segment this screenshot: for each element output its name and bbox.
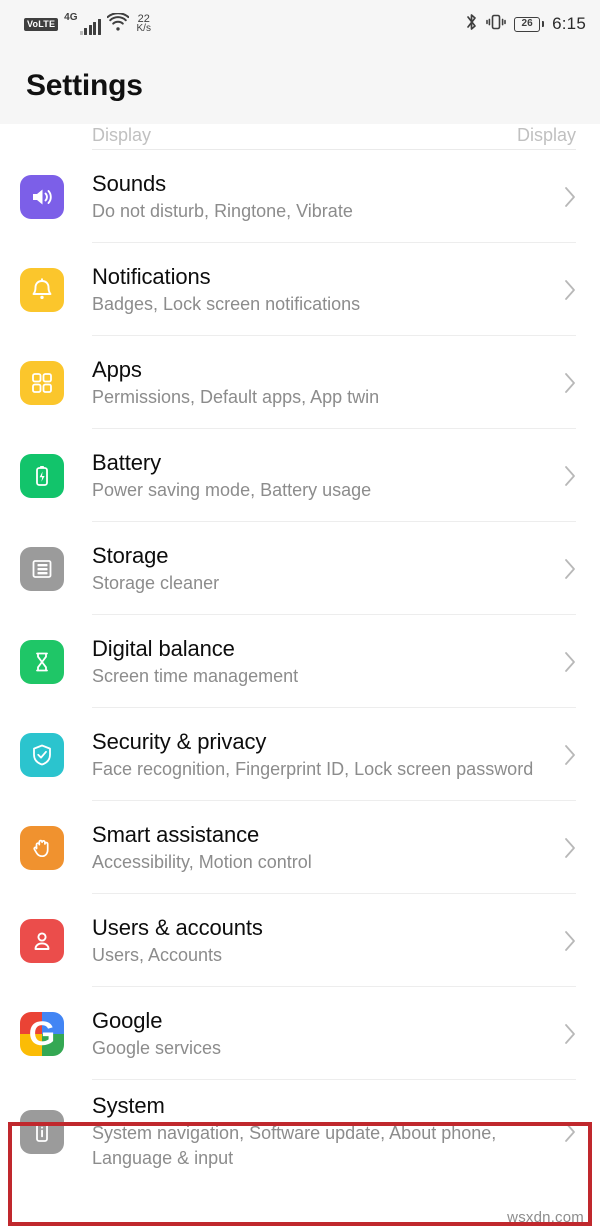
google-g-icon: G [20, 1011, 64, 1056]
row-subtitle: Storage cleaner [92, 572, 220, 593]
row-text: Google Google services [92, 995, 550, 1073]
status-bar-left: VoLTE 4G 22 K/s [24, 11, 151, 36]
settings-row-google[interactable]: G Google Google services [0, 987, 600, 1080]
chevron-right-icon[interactable] [562, 928, 578, 954]
chevron-right-icon[interactable] [562, 370, 578, 396]
battery-percent: 26 [521, 18, 533, 29]
row-title: Sounds [92, 170, 167, 196]
settings-row-smart-assistance[interactable]: Smart assistance Accessibility, Motion c… [0, 801, 600, 894]
row-title: Security & privacy [92, 728, 267, 754]
row-subtitle: Power saving mode, Battery usage [92, 479, 372, 500]
status-bar-right: 26 6:15 [465, 12, 586, 37]
status-bar-clock: 6:15 [552, 14, 586, 33]
row-title: Digital balance [92, 635, 235, 661]
signal-bars-glyph [79, 19, 101, 35]
row-text: Security & privacy Face recognition, Fin… [92, 716, 550, 794]
row-text: System System navigation, Software updat… [92, 1080, 550, 1183]
bell-icon [20, 267, 64, 312]
settings-list[interactable]: Display Display Sounds Do not disturb, R… [0, 124, 600, 1183]
watermark: wsxdn.com [507, 1209, 584, 1226]
row-text: Smart assistance Accessibility, Motion c… [92, 809, 550, 887]
chevron-right-icon[interactable] [562, 556, 578, 582]
app-header: Settings [0, 48, 600, 124]
row-text: Apps Permissions, Default apps, App twin [92, 344, 550, 422]
row-text: Battery Power saving mode, Battery usage [92, 437, 550, 515]
settings-row-users-accounts[interactable]: Users & accounts Users, Accounts [0, 894, 600, 987]
storage-list-icon [20, 546, 64, 591]
chevron-right-icon[interactable] [562, 463, 578, 489]
row-subtitle: Screen time management [92, 665, 299, 686]
bluetooth-icon [465, 12, 478, 37]
row-text: Storage Storage cleaner [92, 530, 550, 608]
wifi-icon [106, 11, 129, 36]
partially-scrolled-row[interactable]: Display Display [0, 124, 600, 150]
row-subtitle: Permissions, Default apps, App twin [92, 386, 380, 407]
chevron-right-icon[interactable] [562, 649, 578, 675]
phone-info-icon [20, 1109, 64, 1154]
row-title: Google [92, 1007, 163, 1033]
row-title: Notifications [92, 263, 211, 289]
chevron-right-icon[interactable] [562, 1119, 578, 1145]
chevron-right-icon[interactable] [562, 1021, 578, 1047]
settings-row-notifications[interactable]: Notifications Badges, Lock screen notifi… [0, 243, 600, 336]
google-g-letter: G [28, 1014, 56, 1053]
speaker-icon [20, 174, 64, 219]
chevron-right-icon[interactable] [562, 277, 578, 303]
row-title: Smart assistance [92, 821, 260, 847]
row-subtitle: Do not disturb, Ringtone, Vibrate [92, 200, 353, 221]
network-type-label: 4G [64, 12, 78, 23]
grid-apps-icon [20, 360, 64, 405]
volte-badge: VoLTE [24, 17, 59, 31]
row-title: Apps [92, 356, 142, 382]
row-title: Users & accounts [92, 914, 263, 940]
page-title: Settings [26, 69, 143, 102]
row-title: System [92, 1093, 165, 1118]
row-subtitle: Users, Accounts [92, 944, 223, 965]
data-speed-unit: K/s [136, 23, 151, 34]
chevron-right-icon[interactable] [562, 742, 578, 768]
settings-row-apps[interactable]: Apps Permissions, Default apps, App twin [0, 336, 600, 429]
row-subtitle: Face recognition, Fingerprint ID, Lock s… [92, 758, 534, 779]
row-text: Notifications Badges, Lock screen notifi… [92, 251, 550, 329]
settings-row-digital-balance[interactable]: Digital balance Screen time management [0, 615, 600, 708]
data-speed-indicator: 22 K/s [137, 14, 151, 34]
vibrate-icon [486, 12, 506, 37]
row-subtitle: System navigation, Software update, Abou… [92, 1123, 497, 1168]
settings-row-sounds[interactable]: Sounds Do not disturb, Ringtone, Vibrate [0, 150, 600, 243]
settings-row-system[interactable]: System System navigation, Software updat… [0, 1080, 600, 1183]
cut-row-right-fragment: Display [516, 125, 576, 145]
settings-row-security-privacy[interactable]: Security & privacy Face recognition, Fin… [0, 708, 600, 801]
signal-bars-icon: 4G [64, 12, 101, 35]
row-text: Sounds Do not disturb, Ringtone, Vibrate [92, 158, 550, 236]
cut-row-left-fragment: Display [92, 125, 152, 145]
row-title: Battery [92, 449, 161, 475]
status-bar: VoLTE 4G 22 K/s 26 6:15 [0, 0, 600, 48]
chevron-right-icon[interactable] [562, 184, 578, 210]
battery-indicator: 26 [514, 16, 545, 32]
battery-bolt-icon [20, 453, 64, 498]
shield-check-icon [20, 732, 64, 777]
hourglass-icon [20, 639, 64, 684]
person-icon [20, 918, 64, 963]
row-subtitle: Accessibility, Motion control [92, 851, 312, 872]
row-subtitle: Badges, Lock screen notifications [92, 293, 361, 314]
row-text: Digital balance Screen time management [92, 623, 550, 701]
hand-icon [20, 825, 64, 870]
settings-row-storage[interactable]: Storage Storage cleaner [0, 522, 600, 615]
row-subtitle: Google services [92, 1037, 222, 1058]
row-title: Storage [92, 542, 169, 568]
chevron-right-icon[interactable] [562, 835, 578, 861]
settings-row-battery[interactable]: Battery Power saving mode, Battery usage [0, 429, 600, 522]
row-text: Users & accounts Users, Accounts [92, 902, 550, 980]
